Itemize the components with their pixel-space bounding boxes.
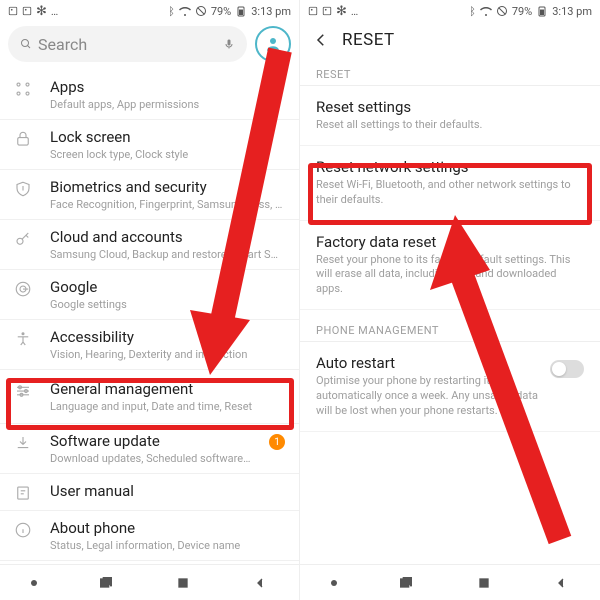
section-phone-mgmt: PHONE MANAGEMENT xyxy=(300,314,600,342)
apps-icon xyxy=(14,80,32,98)
assistant-dot[interactable] xyxy=(31,580,37,586)
key-icon xyxy=(14,230,32,248)
no-sim-icon xyxy=(195,5,207,17)
search-input[interactable]: Search xyxy=(8,26,247,62)
entry-sub: Optimise your phone by restarting it aut… xyxy=(316,374,540,419)
auto-restart-entry[interactable]: Auto restart Optimise your phone by rest… xyxy=(300,342,600,432)
entry-sub: Reset your phone to its factory default … xyxy=(316,253,584,298)
row-title: About phone xyxy=(50,519,285,537)
row-title: Biometrics and security xyxy=(50,178,285,196)
battery-icon xyxy=(235,5,247,17)
biometrics-row[interactable]: Biometrics and security Face Recognition,… xyxy=(0,170,299,220)
assistant-dot[interactable] xyxy=(331,580,337,586)
row-title: General management xyxy=(50,380,285,398)
info-icon xyxy=(14,521,32,539)
back-button[interactable] xyxy=(252,575,268,591)
entry-sub: Reset all settings to their defaults. xyxy=(316,118,584,133)
update-badge: 1 xyxy=(269,434,285,450)
section-reset: RESET xyxy=(300,58,600,86)
reset-network-entry[interactable]: Reset network settings Reset Wi-Fi, Blue… xyxy=(300,146,600,221)
status-bar: ✻ … ᛒ 79% 3:13 pm xyxy=(300,0,600,22)
battery-percent: 79% xyxy=(211,5,231,18)
google-icon xyxy=(14,280,32,298)
row-sub: Screen lock type, Clock style xyxy=(50,148,285,161)
row-title: User manual xyxy=(50,482,285,500)
picture-icon xyxy=(8,6,18,16)
picture-icon xyxy=(322,6,332,16)
entry-title: Auto restart xyxy=(316,354,540,372)
auto-restart-toggle[interactable] xyxy=(550,360,584,378)
lock-icon xyxy=(14,130,32,148)
row-sub: Google settings xyxy=(50,298,285,311)
manual-icon xyxy=(14,484,32,502)
download-icon xyxy=(14,434,32,452)
entry-title: Reset network settings xyxy=(316,158,584,176)
row-title: Lock screen xyxy=(50,128,285,146)
row-sub: Default apps, App permissions xyxy=(50,98,285,111)
page-header: RESET xyxy=(300,22,600,58)
search-icon xyxy=(20,38,32,50)
right-screenshot: ✻ … ᛒ 79% 3:13 pm RESET RESET Reset sett… xyxy=(300,0,600,600)
general-management-row[interactable]: General management Language and input, Da… xyxy=(0,370,299,424)
shield-icon xyxy=(14,180,32,198)
reset-settings-entry[interactable]: Reset settings Reset all settings to the… xyxy=(300,86,600,146)
recents-button[interactable] xyxy=(98,575,114,591)
lockscreen-row[interactable]: Lock screen Screen lock type, Clock style xyxy=(0,120,299,170)
accessibility-row[interactable]: Accessibility Vision, Hearing, Dexterity … xyxy=(0,320,299,370)
account-button[interactable] xyxy=(255,26,291,62)
settings-list: Apps Default apps, App permissions Lock s… xyxy=(0,70,299,564)
search-placeholder: Search xyxy=(38,35,87,54)
back-icon[interactable] xyxy=(312,31,330,49)
page-title: RESET xyxy=(342,30,395,50)
android-navbar xyxy=(0,564,299,600)
row-sub: Samsung Cloud, Backup and restore, Smart… xyxy=(50,248,285,261)
battery-percent: 79% xyxy=(512,5,532,18)
apps-row[interactable]: Apps Default apps, App permissions xyxy=(0,70,299,120)
accessibility-icon xyxy=(14,330,32,348)
no-sim-icon xyxy=(496,5,508,17)
google-row[interactable]: Google Google settings xyxy=(0,270,299,320)
cloud-row[interactable]: Cloud and accounts Samsung Cloud, Backup … xyxy=(0,220,299,270)
bluetooth-icon: ᛒ xyxy=(168,5,175,18)
clock-time: 3:13 pm xyxy=(552,5,592,18)
user-manual-row[interactable]: User manual xyxy=(0,474,299,511)
picture-icon xyxy=(308,6,318,16)
row-sub: Download updates, Scheduled software… xyxy=(50,452,269,465)
row-title: Software update xyxy=(50,432,269,450)
bluetooth-icon: ᛒ xyxy=(469,5,476,18)
recents-button[interactable] xyxy=(398,575,414,591)
wifi-icon xyxy=(179,5,191,17)
home-button[interactable] xyxy=(175,575,191,591)
wifi-icon xyxy=(480,5,492,17)
clock-time: 3:13 pm xyxy=(251,5,291,18)
entry-sub: Reset Wi-Fi, Bluetooth, and other networ… xyxy=(316,178,584,208)
back-button[interactable] xyxy=(553,575,569,591)
software-update-row[interactable]: Software update Download updates, Schedul… xyxy=(0,424,299,474)
entry-title: Factory data reset xyxy=(316,233,584,251)
row-title: Google xyxy=(50,278,285,296)
entry-title: Reset settings xyxy=(316,98,584,116)
row-sub: Vision, Hearing, Dexterity and interacti… xyxy=(50,348,285,361)
left-screenshot: ✻ … ᛒ 79% 3:13 pm Search xyxy=(0,0,300,600)
row-sub: Language and input, Date and time, Reset xyxy=(50,400,285,413)
mic-icon[interactable] xyxy=(223,38,235,50)
more-icon: ✻ xyxy=(36,4,47,19)
row-sub: Face Recognition, Fingerprint, Samsung P… xyxy=(50,198,285,211)
more-icon: ✻ xyxy=(336,4,347,19)
user-icon xyxy=(264,35,282,53)
status-bar: ✻ … ᛒ 79% 3:13 pm xyxy=(0,0,299,22)
sliders-icon xyxy=(14,382,32,400)
factory-reset-entry[interactable]: Factory data reset Reset your phone to i… xyxy=(300,221,600,311)
row-title: Apps xyxy=(50,78,285,96)
row-sub: Status, Legal information, Device name xyxy=(50,539,285,552)
battery-icon xyxy=(536,5,548,17)
android-navbar xyxy=(300,564,600,600)
picture-icon xyxy=(22,6,32,16)
search-row: Search xyxy=(0,22,299,70)
home-button[interactable] xyxy=(476,575,492,591)
row-title: Accessibility xyxy=(50,328,285,346)
row-title: Cloud and accounts xyxy=(50,228,285,246)
about-phone-row[interactable]: About phone Status, Legal information, De… xyxy=(0,511,299,561)
